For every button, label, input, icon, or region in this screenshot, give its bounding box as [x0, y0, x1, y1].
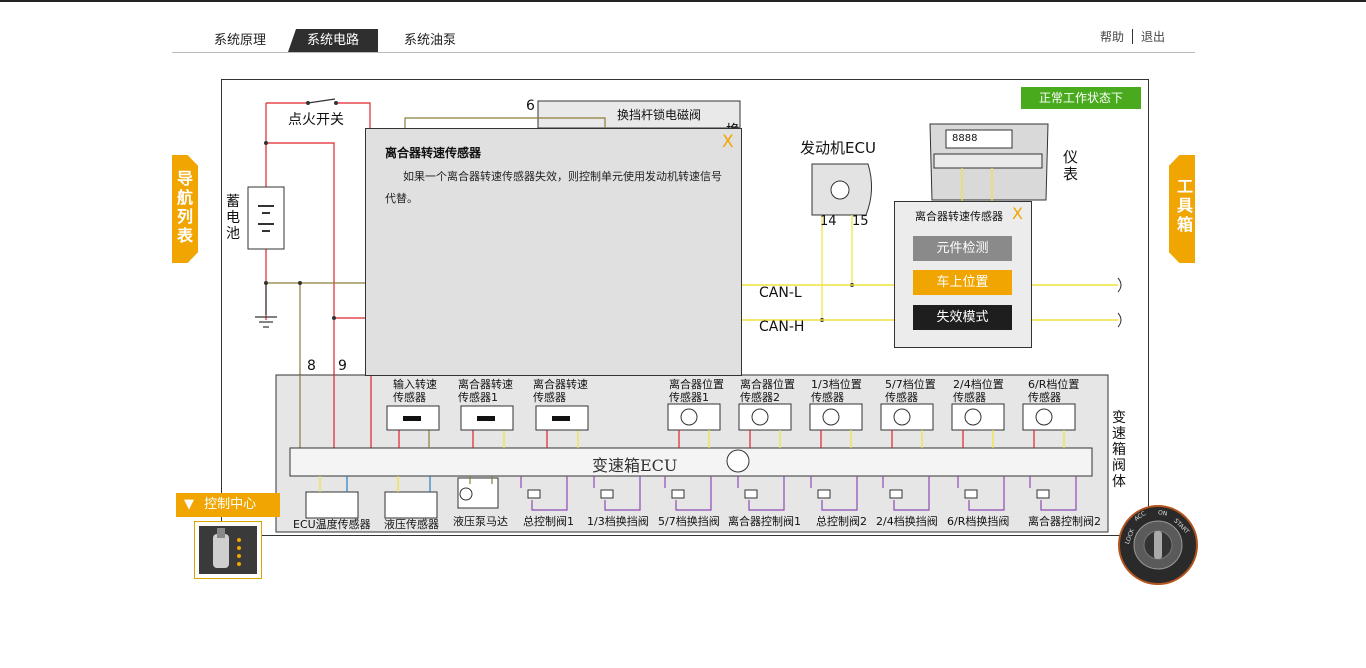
module-ecu-temp-label: ECU温度传感器	[293, 518, 371, 531]
junction-olive	[298, 281, 302, 285]
gear-shifter-icon	[199, 526, 257, 574]
module-main-valve-1-label: 总控制阀1	[523, 515, 574, 528]
ignition-switch-contact	[307, 98, 336, 104]
module-13-valve-label: 1/3档换挡阀	[587, 515, 649, 528]
module-clutch-speed-label: 离合器转速传感器	[533, 378, 588, 404]
engine-ecu-symbol	[830, 180, 850, 200]
valve-body-label: 变速箱阀体	[1112, 410, 1126, 490]
tcu-label: 变速箱ECU	[592, 456, 678, 475]
module-6r-pos-label: 6/R档位置传感器	[1028, 378, 1080, 404]
junction-battery	[264, 281, 268, 285]
popup-close-button[interactable]: X	[722, 132, 734, 152]
component-menu-title: 离合器转速传感器	[915, 210, 1003, 223]
ignition-label: 点火开关	[288, 112, 344, 128]
junction-red	[332, 316, 336, 320]
module-13-pos-label: 1/3档位置传感器	[811, 378, 862, 404]
module-hydraulic-sensor-label: 液压传感器	[384, 518, 439, 531]
ecu-temp-sensor-box	[305, 491, 359, 519]
battery-box	[247, 186, 285, 250]
module-clutch-speed-1-label: 离合器转速传感器1	[458, 378, 513, 404]
junction-ign	[264, 141, 268, 145]
module-clutch-pos-2-label: 离合器位置传感器2	[740, 378, 795, 404]
ignition-node-b	[334, 101, 338, 105]
component-menu-close-button[interactable]: X	[1012, 204, 1023, 223]
module-main-valve-2-label: 总控制阀2	[816, 515, 867, 528]
can-l-label: CAN-L	[759, 285, 802, 301]
module-57-valve-label: 5/7档换挡阀	[658, 515, 720, 528]
module-clutch-pos-1-label: 离合器位置传感器1	[669, 378, 724, 404]
key-on-label: ON	[1157, 509, 1168, 518]
tcu-bar	[289, 447, 1093, 477]
vehicle-location-button[interactable]: 车上位置	[913, 270, 1012, 295]
chevron-down-icon: ▼	[184, 497, 194, 512]
tcu-symbol	[726, 449, 750, 473]
ignition-key-knob[interactable]: LOCK ACC ON START	[1118, 505, 1198, 585]
module-57-pos-label: 5/7档位置传感器	[885, 378, 936, 404]
lcd-readout: 8888	[952, 133, 978, 144]
module-24-valve-label: 2/4档换挡阀	[876, 515, 938, 528]
pin-14-label: 14	[820, 214, 837, 229]
can-l-break	[1117, 277, 1122, 293]
instrument-panel	[933, 153, 1043, 169]
shift-lock-label: 换挡杆锁电磁阀	[617, 108, 702, 122]
ignition-key-icon	[1133, 520, 1183, 570]
pin-8-label: 8	[307, 358, 316, 374]
failure-mode-button[interactable]: 失效模式	[913, 305, 1012, 330]
info-popup: 离合器转速传感器 X 如果一个离合器转速传感器失效，则控制单元使用发动机转速信号…	[365, 128, 742, 376]
module-clutch-valve-2-label: 离合器控制阀2	[1028, 515, 1101, 528]
can-h-label: CAN-H	[759, 319, 805, 335]
module-clutch-valve-1-label: 离合器控制阀1	[728, 515, 801, 528]
sensor-element	[477, 416, 495, 421]
can-h-break	[1117, 312, 1122, 328]
component-menu: 离合器转速传感器 X 元件检测 车上位置 失效模式	[894, 201, 1032, 348]
module-pump-motor-label: 液压泵马达	[453, 515, 508, 528]
module-6r-valve-label: 6/R档换挡阀	[947, 515, 1010, 528]
pump-motor-symbol	[459, 487, 473, 501]
pin-15-label: 15	[852, 214, 869, 229]
status-badge[interactable]: 正常工作状态下	[1021, 87, 1141, 109]
control-center-label: 控制中心	[204, 497, 257, 512]
control-center-button[interactable]: ▼ 控制中心	[176, 493, 280, 517]
hydraulic-sensor-box	[384, 491, 438, 519]
gear-shifter-thumbnail[interactable]	[194, 521, 262, 579]
pin-6-label: 6	[526, 98, 535, 114]
sensor-element	[403, 416, 421, 421]
engine-ecu-label: 发动机ECU	[800, 139, 876, 157]
instrument-label: 仪表	[1063, 148, 1079, 183]
ignition-node-a	[306, 101, 310, 105]
sensor-element	[552, 416, 570, 421]
component-check-button[interactable]: 元件检测	[913, 236, 1012, 261]
battery-label: 蓄电池	[226, 194, 240, 242]
popup-body: 如果一个离合器转速传感器失效，则控制单元使用发动机转速信号代替。	[385, 170, 722, 205]
popup-title: 离合器转速传感器	[385, 146, 482, 160]
module-input-speed-label: 输入转速传感器	[393, 378, 437, 404]
module-24-pos-label: 2/4档位置传感器	[953, 378, 1004, 404]
pin-9-label: 9	[338, 358, 347, 374]
